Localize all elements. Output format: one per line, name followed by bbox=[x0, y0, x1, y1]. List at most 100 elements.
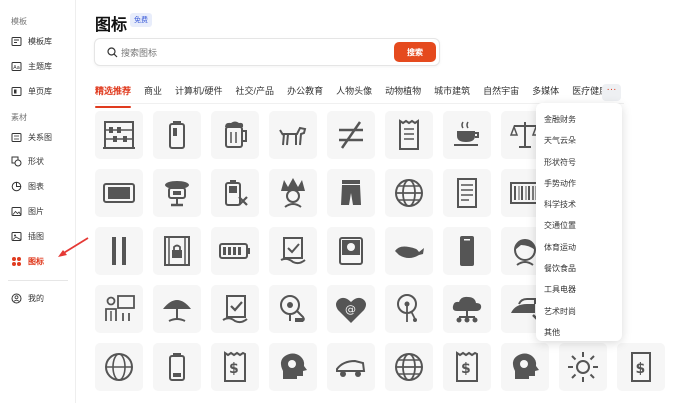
icon-tile[interactable] bbox=[269, 285, 317, 333]
dropdown-item-weather[interactable]: 天气云朵 bbox=[536, 130, 622, 151]
icon-tile[interactable] bbox=[327, 227, 375, 275]
sidebar-item-label: 图标 bbox=[28, 256, 44, 266]
dropdown-item-shapes[interactable]: 形状符号 bbox=[536, 152, 622, 173]
dropdown-item-food[interactable]: 餐饮食品 bbox=[536, 258, 622, 279]
image-icon bbox=[11, 206, 22, 217]
icon-tile[interactable]: @ bbox=[327, 285, 375, 333]
svg-text:$: $ bbox=[461, 361, 471, 377]
sidebar-item-label: 关系图 bbox=[28, 132, 52, 142]
tab-nature-universe[interactable]: 自然宇宙 bbox=[483, 84, 519, 102]
sidebar-item-single-page[interactable]: 单页库 bbox=[8, 80, 70, 102]
icon-tile[interactable] bbox=[385, 227, 433, 275]
tab-city-building[interactable]: 城市建筑 bbox=[434, 84, 470, 102]
receipt-dollar-icon: $ bbox=[224, 351, 246, 382]
dropdown-item-transport[interactable]: 交通位置 bbox=[536, 215, 622, 236]
icon-tile[interactable] bbox=[211, 111, 259, 159]
icon-tile[interactable] bbox=[95, 227, 143, 275]
icon-tile[interactable] bbox=[95, 285, 143, 333]
sidebar-item-image[interactable]: 图片 bbox=[8, 200, 70, 222]
page-title: 图标 bbox=[95, 17, 128, 34]
single-page-icon bbox=[11, 86, 22, 97]
icon-tile[interactable] bbox=[269, 111, 317, 159]
dropdown-item-art-fashion[interactable]: 艺术时尚 bbox=[536, 301, 622, 322]
relation-diagram-icon bbox=[11, 132, 22, 143]
template-library-icon bbox=[11, 36, 22, 47]
icon-tile[interactable]: $ bbox=[617, 343, 665, 391]
icon-tile[interactable] bbox=[95, 343, 143, 391]
icon-tile[interactable] bbox=[153, 343, 201, 391]
icon-tile[interactable] bbox=[211, 169, 259, 217]
icon-tile[interactable] bbox=[327, 111, 375, 159]
icon-tile[interactable] bbox=[385, 111, 433, 159]
dropdown-item-gestures[interactable]: 手势动作 bbox=[536, 173, 622, 194]
sidebar-divider bbox=[8, 280, 68, 281]
svg-text:$: $ bbox=[229, 361, 239, 377]
globe-alt-icon bbox=[395, 353, 423, 381]
search-button[interactable]: 搜索 bbox=[394, 42, 436, 62]
globe-icon bbox=[395, 179, 423, 207]
dog-icon bbox=[279, 126, 307, 146]
tab-animals-plants[interactable]: 动物植物 bbox=[385, 84, 421, 102]
beach-umbrella-icon bbox=[163, 300, 191, 322]
illustration-icon bbox=[11, 231, 22, 242]
tab-multimedia[interactable]: 多媒体 bbox=[532, 84, 559, 102]
icon-tile[interactable] bbox=[385, 169, 433, 217]
receipt-icon bbox=[399, 119, 419, 150]
dropdown-item-other[interactable]: 其他 bbox=[536, 322, 622, 343]
icon-tile[interactable] bbox=[327, 169, 375, 217]
beer-mug-icon bbox=[225, 121, 247, 148]
tab-people-avatar[interactable]: 人物头像 bbox=[336, 84, 372, 102]
tab-business[interactable]: 商业 bbox=[144, 84, 162, 102]
sidebar-item-label: 图片 bbox=[28, 206, 44, 216]
not-equal-icon bbox=[339, 121, 363, 149]
icons-grid-icon bbox=[11, 256, 22, 267]
sidebar-item-mine[interactable]: 我的 bbox=[8, 287, 70, 309]
icon-tile[interactable] bbox=[501, 343, 549, 391]
search-input[interactable] bbox=[121, 44, 381, 62]
icon-tile[interactable] bbox=[443, 111, 491, 159]
sidebar-item-theme-library[interactable]: Aa 主题库 bbox=[8, 55, 70, 77]
search-icon bbox=[107, 47, 118, 61]
dropdown-item-sports[interactable]: 体育运动 bbox=[536, 237, 622, 258]
tab-social-product[interactable]: 社交/产品 bbox=[236, 84, 275, 102]
tab-computer-hardware[interactable]: 计算机/硬件 bbox=[175, 84, 223, 102]
icon-tile[interactable] bbox=[95, 111, 143, 159]
globe-outline-icon bbox=[105, 353, 133, 381]
dropdown-item-science[interactable]: 科学技术 bbox=[536, 194, 622, 215]
icon-tile[interactable] bbox=[443, 227, 491, 275]
icon-tile[interactable] bbox=[153, 227, 201, 275]
icon-tile[interactable] bbox=[211, 227, 259, 275]
bars-icon bbox=[112, 237, 126, 265]
icon-tile[interactable] bbox=[327, 343, 375, 391]
icon-tile[interactable] bbox=[443, 169, 491, 217]
chart-icon bbox=[11, 181, 22, 192]
icon-tile[interactable] bbox=[443, 285, 491, 333]
sidebar-item-relation-diagram[interactable]: 关系图 bbox=[8, 126, 70, 148]
icon-tile[interactable] bbox=[153, 111, 201, 159]
icon-tile[interactable]: $ bbox=[211, 343, 259, 391]
icon-tile[interactable] bbox=[269, 169, 317, 217]
icon-tile[interactable] bbox=[153, 169, 201, 217]
battery-low-icon bbox=[169, 353, 185, 381]
icon-tile[interactable] bbox=[95, 169, 143, 217]
icon-tile[interactable] bbox=[559, 343, 607, 391]
dropdown-item-finance[interactable]: 金融财务 bbox=[536, 109, 622, 130]
sidebar: 模板 模板库 Aa 主题库 单页库 素材 关系图 形状 图表 图片 插图 图标 … bbox=[0, 0, 89, 403]
phone-icon bbox=[460, 236, 474, 266]
sidebar-item-template-library[interactable]: 模板库 bbox=[8, 30, 70, 52]
tab-featured[interactable]: 精选推荐 bbox=[95, 84, 132, 108]
icon-tile[interactable] bbox=[269, 227, 317, 275]
icon-tile[interactable] bbox=[211, 285, 259, 333]
sidebar-item-shape[interactable]: 形状 bbox=[8, 150, 70, 172]
sidebar-item-chart[interactable]: 图表 bbox=[8, 175, 70, 197]
icon-tile[interactable] bbox=[153, 285, 201, 333]
dropdown-item-tools[interactable]: 工具电器 bbox=[536, 279, 622, 300]
more-categories-button[interactable]: ··· bbox=[602, 84, 621, 101]
sidebar-item-label: 我的 bbox=[28, 293, 44, 303]
shorts-icon bbox=[341, 180, 361, 205]
tab-office-education[interactable]: 办公教育 bbox=[287, 84, 323, 102]
icon-tile[interactable]: $ bbox=[443, 343, 491, 391]
icon-tile[interactable] bbox=[269, 343, 317, 391]
icon-tile[interactable] bbox=[385, 343, 433, 391]
icon-tile[interactable] bbox=[385, 285, 433, 333]
